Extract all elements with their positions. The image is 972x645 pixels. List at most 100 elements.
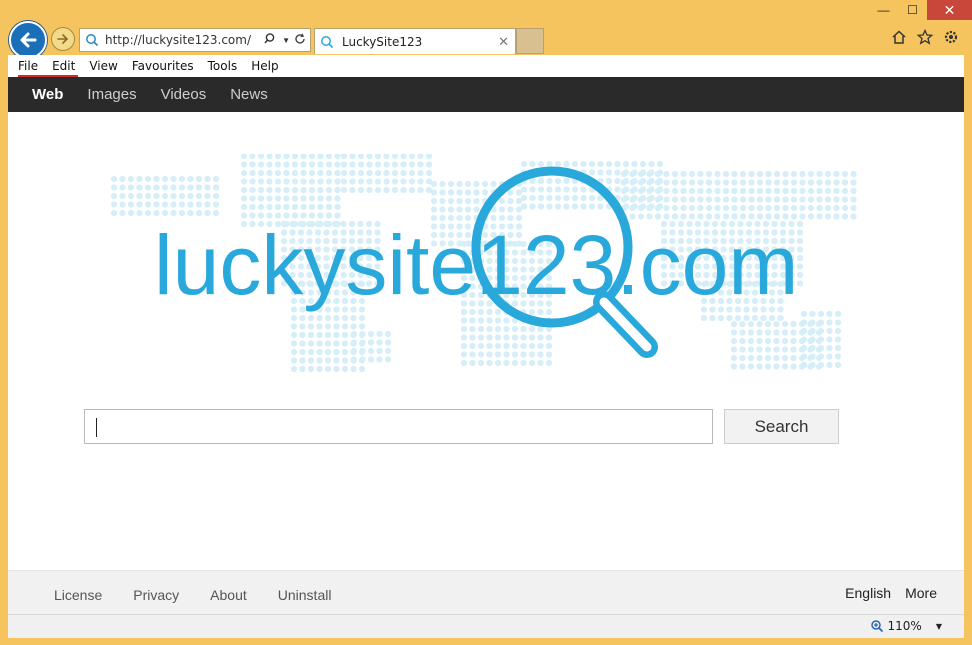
footer-link-privacy[interactable]: Privacy [133, 587, 179, 603]
map-dot [511, 351, 519, 358]
back-button[interactable] [9, 21, 47, 59]
chevron-down-icon[interactable]: ▼ [282, 36, 290, 45]
map-dot [760, 314, 767, 322]
address-bar[interactable]: http://luckysite123.com/ ▼ [79, 28, 311, 52]
more-link[interactable]: More [905, 585, 937, 601]
map-dot [477, 342, 485, 350]
map-dot [826, 310, 833, 318]
map-dot [187, 209, 194, 217]
map-dot [529, 203, 536, 210]
map-dot [469, 342, 476, 350]
menu-help[interactable]: Help [244, 59, 285, 73]
footer: License Privacy About Uninstall English … [8, 570, 964, 614]
footer-links: License Privacy About Uninstall [54, 587, 362, 603]
map-dot [748, 196, 755, 203]
map-dot [430, 197, 438, 205]
menu-edit[interactable]: Edit [45, 59, 82, 73]
footer-link-license[interactable]: License [54, 587, 102, 603]
map-dot [333, 314, 340, 322]
map-dot [537, 342, 544, 350]
home-icon[interactable] [890, 28, 908, 46]
maximize-button[interactable]: ☐ [898, 0, 927, 20]
map-dot [747, 320, 755, 328]
new-tab-button[interactable] [516, 28, 544, 54]
map-dot [358, 323, 366, 330]
map-dot [367, 356, 375, 363]
zoom-control[interactable]: 110% ▼ [870, 619, 942, 633]
map-dot [730, 354, 738, 362]
status-bar: 110% ▼ [8, 614, 964, 638]
map-dot [439, 189, 446, 196]
nav-videos[interactable]: Videos [161, 86, 207, 103]
map-dot [290, 331, 298, 339]
map-dot [249, 203, 256, 211]
search-button[interactable]: Search [724, 409, 839, 444]
map-dot [456, 206, 463, 213]
nav-news[interactable]: News [230, 86, 268, 103]
map-dot [799, 204, 806, 212]
favorites-star-icon[interactable] [916, 28, 934, 46]
map-dot [366, 154, 373, 160]
map-dot [430, 189, 438, 196]
map-dot [507, 197, 514, 205]
map-dot [826, 353, 833, 360]
map-dot [334, 161, 341, 168]
map-dot [358, 365, 366, 373]
map-dot [588, 160, 596, 168]
map-dot [605, 177, 613, 185]
map-dot [545, 359, 553, 367]
map-dot [469, 334, 476, 341]
map-dot [782, 170, 789, 178]
map-dot [756, 363, 763, 370]
nav-web[interactable]: Web [32, 86, 63, 103]
search-dropdown-icon[interactable] [264, 32, 278, 49]
search-input[interactable] [84, 409, 713, 444]
close-window-button[interactable]: ✕ [927, 0, 972, 20]
forward-button[interactable] [51, 27, 75, 51]
map-dot [316, 323, 323, 330]
map-dot [597, 169, 604, 176]
refresh-icon[interactable] [294, 33, 306, 48]
menu-view[interactable]: View [82, 59, 124, 73]
map-dot [563, 194, 570, 202]
map-dot [240, 203, 248, 211]
nav-images[interactable]: Images [87, 86, 136, 103]
map-dot [817, 336, 825, 343]
map-dot [308, 186, 316, 194]
map-dot [136, 184, 143, 191]
map-dot [639, 160, 647, 168]
map-dot [349, 178, 356, 185]
map-dot [697, 204, 704, 212]
map-dot [456, 180, 463, 188]
map-dot [528, 325, 536, 333]
tab-luckysite[interactable]: LuckySite123 ✕ [314, 28, 516, 54]
menu-file[interactable]: File [11, 59, 45, 73]
menu-tools[interactable]: Tools [201, 59, 245, 73]
map-dot [773, 170, 781, 178]
map-dot [765, 204, 772, 212]
minimize-button[interactable]: — [869, 0, 898, 20]
map-dot [773, 204, 781, 212]
address-url[interactable]: http://luckysite123.com/ [105, 33, 264, 47]
gear-icon[interactable] [942, 28, 960, 46]
footer-link-uninstall[interactable]: Uninstall [278, 587, 332, 603]
map-dot [195, 184, 203, 191]
zoom-dropdown-icon[interactable]: ▼ [936, 622, 942, 631]
map-dot [425, 169, 433, 177]
map-dot [631, 160, 638, 168]
footer-link-about[interactable]: About [210, 587, 247, 603]
map-dot [384, 339, 392, 346]
map-dot [324, 348, 332, 356]
map-dot [730, 329, 738, 336]
map-dot [841, 213, 849, 220]
menu-favourites[interactable]: Favourites [125, 59, 201, 73]
language-link[interactable]: English [845, 585, 891, 601]
map-dot [773, 363, 780, 370]
tab-close-icon[interactable]: ✕ [498, 34, 509, 50]
map-dot [747, 354, 755, 362]
map-dot [290, 323, 298, 330]
map-dot [341, 340, 349, 347]
map-dot [350, 323, 357, 330]
map-dot [417, 169, 424, 177]
map-dot [144, 192, 152, 200]
